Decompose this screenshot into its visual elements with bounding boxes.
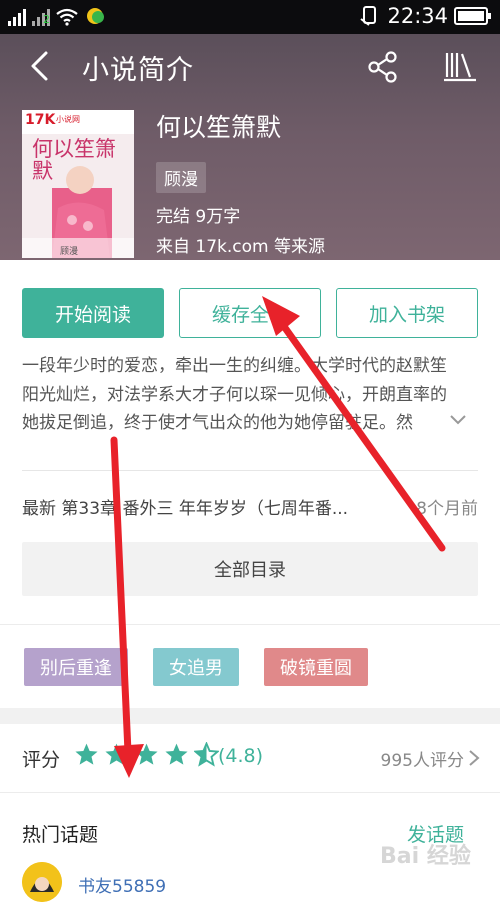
top-bar: 小说简介 bbox=[0, 34, 500, 98]
tag-chip[interactable]: 别后重逢 bbox=[24, 648, 128, 686]
book-header: 小说简介 17K 小说网 何以笙箫默 顾漫 何以笙箫默 顾漫 完结 9万字 来自… bbox=[0, 34, 500, 260]
chevron-down-icon[interactable] bbox=[448, 412, 468, 428]
status-bar: 2 22:34 bbox=[0, 0, 500, 34]
cover-art bbox=[22, 110, 134, 258]
add-to-shelf-button[interactable]: 加入书架 bbox=[336, 288, 478, 338]
watermark: Bai 经验 bbox=[380, 844, 471, 869]
rating-score: (4.8) bbox=[218, 745, 264, 767]
signal-icon: 2 bbox=[32, 6, 50, 26]
chevron-right-icon[interactable] bbox=[468, 749, 480, 767]
wifi-icon bbox=[56, 8, 78, 26]
cover-title-art: 何以笙箫默 bbox=[32, 137, 116, 183]
rating-stars bbox=[74, 742, 219, 767]
rating-count[interactable]: 995人评分 bbox=[381, 746, 464, 771]
battery-icon bbox=[454, 7, 491, 25]
section-gap bbox=[0, 708, 500, 724]
network-label: 2 bbox=[43, 13, 50, 26]
star-icon bbox=[165, 743, 188, 765]
book-status: 完结 9万字 bbox=[156, 207, 241, 227]
cover-author-art: 顾漫 bbox=[60, 247, 79, 257]
description-line: 她拔足倒追，终于使才气出众的他为她停留驻足。然 bbox=[22, 413, 413, 433]
cover-badge-sub: 小说网 bbox=[56, 115, 80, 124]
start-reading-button[interactable]: 开始阅读 bbox=[22, 288, 164, 338]
cache-all-button[interactable]: 缓存全本 bbox=[179, 288, 321, 338]
annotation-arrow bbox=[110, 436, 144, 778]
book-source[interactable]: 来自 17k.com 等来源 bbox=[156, 232, 325, 257]
book-cover[interactable]: 17K 小说网 何以笙箫默 顾漫 bbox=[22, 110, 134, 258]
half-star-icon bbox=[194, 742, 219, 767]
latest-chapter-time: 8个月前 bbox=[412, 494, 478, 519]
divider bbox=[0, 624, 500, 625]
signal-icon bbox=[8, 6, 26, 26]
star-icon bbox=[75, 743, 98, 765]
star-icon bbox=[105, 743, 128, 765]
hot-topics-title: 热门话题 bbox=[22, 824, 99, 846]
notification-icon bbox=[87, 8, 104, 24]
star-icon bbox=[135, 743, 158, 765]
rating-label: 评分 bbox=[22, 749, 61, 771]
bookshelf-icon[interactable] bbox=[442, 50, 478, 82]
latest-chapter[interactable]: 最新 第33章 番外三 年年岁岁（七周年番... bbox=[22, 494, 478, 519]
book-title: 何以笙箫默 bbox=[156, 113, 282, 142]
book-description[interactable]: 一段年少时的爱恋，牵出一生的纠缠。大学时代的赵默笙 阳光灿烂，对法学系大才子何以… bbox=[22, 352, 478, 438]
avatar[interactable] bbox=[22, 862, 62, 902]
divider bbox=[0, 792, 500, 793]
back-arrow-icon[interactable] bbox=[22, 48, 58, 84]
cover-badge: 17K bbox=[25, 112, 56, 128]
divider bbox=[22, 470, 478, 471]
tag-chip[interactable]: 破镜重圆 bbox=[264, 648, 368, 686]
clock: 22:34 bbox=[387, 4, 448, 28]
topic-username[interactable]: 书友55859 bbox=[78, 872, 166, 897]
tag-chip[interactable]: 女追男 bbox=[153, 648, 239, 686]
share-icon[interactable] bbox=[366, 50, 400, 84]
table-of-contents-button[interactable]: 全部目录 bbox=[22, 542, 478, 596]
page-title: 小说简介 bbox=[82, 55, 194, 86]
description-line: 一段年少时的爱恋，牵出一生的纠缠。大学时代的赵默笙 bbox=[22, 356, 447, 376]
sim-icon bbox=[360, 6, 377, 26]
author-tag[interactable]: 顾漫 bbox=[156, 162, 206, 193]
description-line: 阳光灿烂，对法学系大才子何以琛一见倾心，开朗直率的 bbox=[22, 384, 447, 405]
